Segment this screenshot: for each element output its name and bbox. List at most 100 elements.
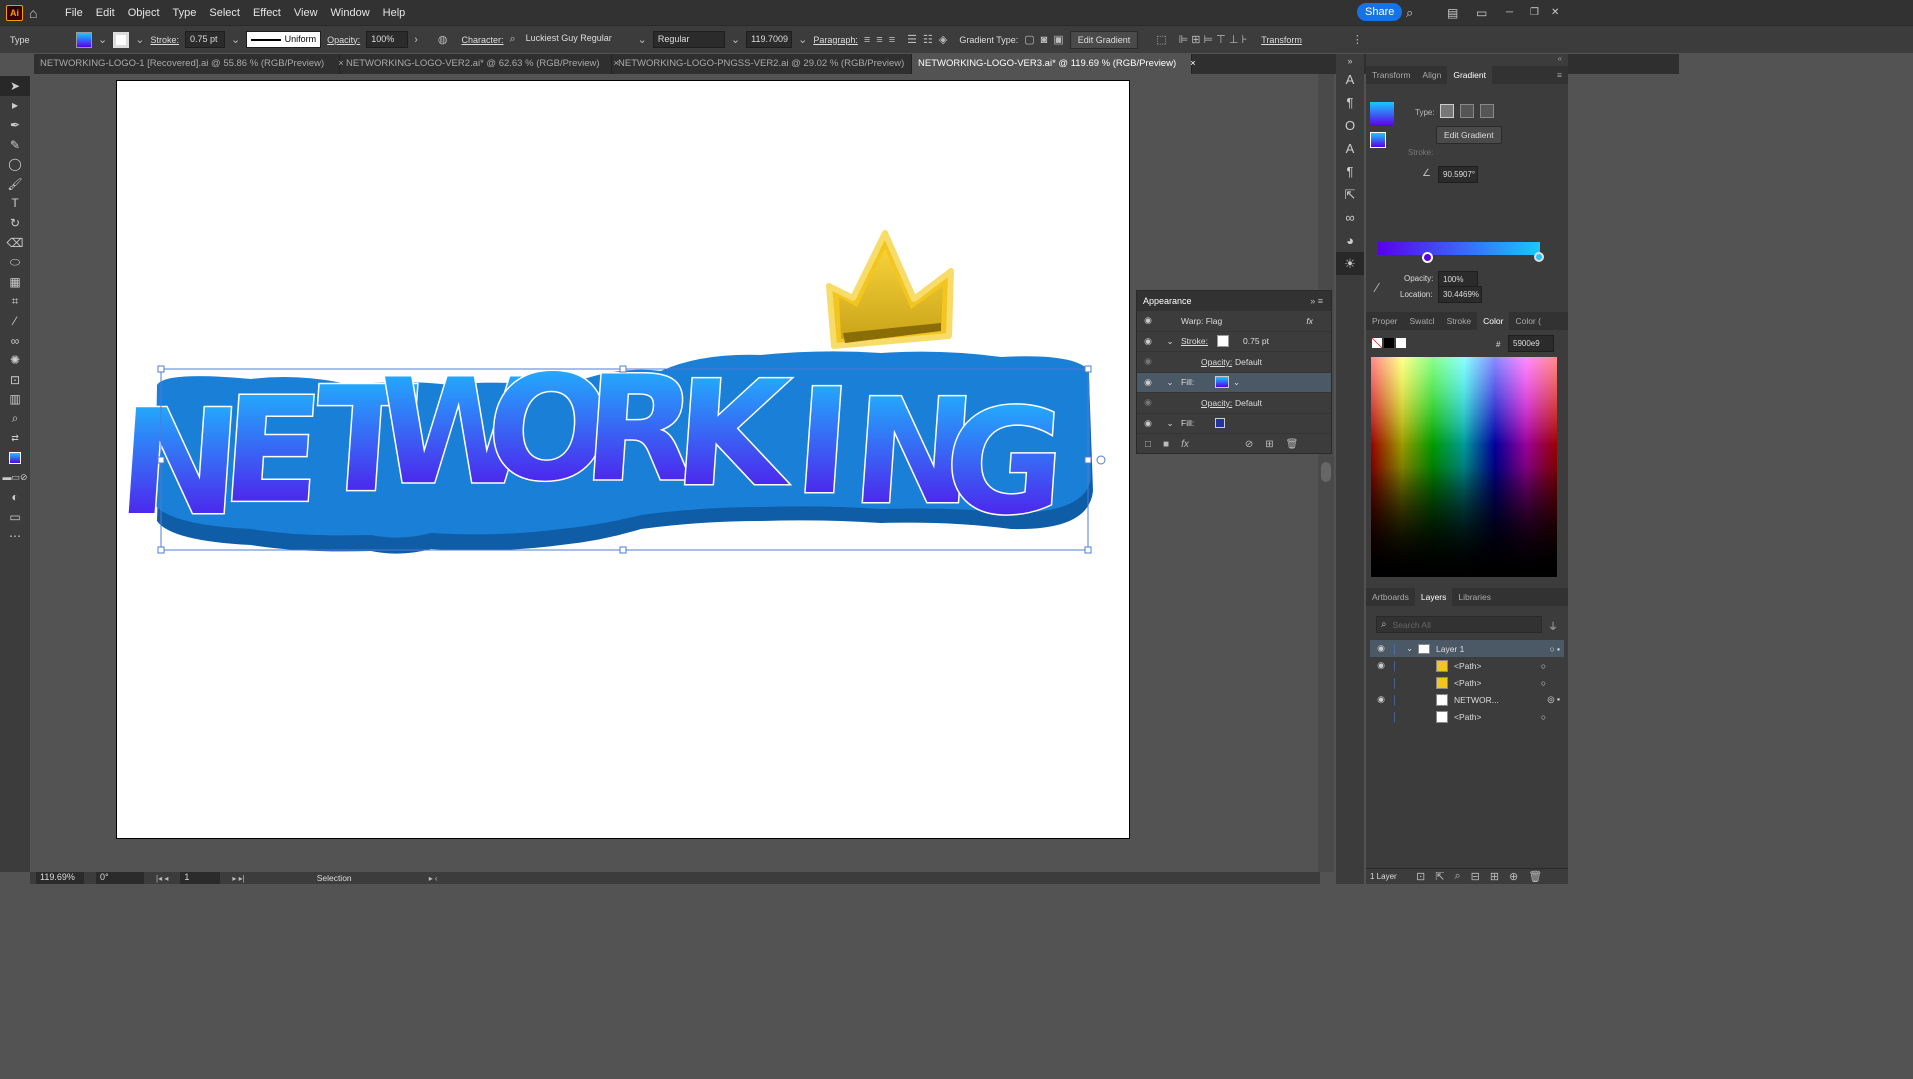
clipping-icon[interactable]: ⊟ — [1471, 870, 1480, 883]
rotation-input[interactable]: 0° — [96, 872, 144, 884]
transform-link[interactable]: Transform — [1261, 35, 1302, 45]
gradient-fill-swatch[interactable] — [1215, 376, 1229, 389]
target-icon[interactable]: ○ ▪ — [1549, 644, 1560, 654]
stroke-swatch[interactable] — [113, 31, 130, 48]
new-sublayer-icon[interactable]: ⊞ — [1490, 870, 1499, 883]
hex-input[interactable]: 5900e9 — [1508, 335, 1554, 352]
zoom-input[interactable]: 119.69% — [36, 872, 84, 884]
eye-icon[interactable]: ◉ — [1370, 643, 1392, 654]
target-icon[interactable]: ◎ ▪ — [1547, 694, 1560, 705]
layer-item[interactable]: ◉│<Path>○ — [1370, 657, 1564, 674]
blend-tool-icon[interactable]: ∞ — [0, 331, 30, 351]
opacity-row[interactable]: ◉ Opacity: Default — [1137, 393, 1331, 414]
white-swatch[interactable] — [1396, 338, 1406, 348]
tab-swatches[interactable]: Swatcl — [1404, 316, 1441, 326]
artboard-number-input[interactable]: 1 — [180, 872, 221, 884]
edit-gradient-button[interactable]: Edit Gradient — [1069, 30, 1139, 49]
chevron-down-icon[interactable]: ⌄ — [1233, 377, 1240, 388]
font-size-input[interactable]: 119.7009 — [746, 31, 793, 48]
restore-icon[interactable]: ❐ — [1530, 7, 1539, 18]
stroke-weight-input[interactable]: 0.75 pt — [184, 31, 225, 48]
locate-icon[interactable]: ⌕ — [1454, 870, 1460, 883]
gradient-tool-icon[interactable]: ▦ — [0, 272, 30, 292]
opacity-row[interactable]: ◉ Opacity: Default — [1137, 352, 1331, 373]
expand-icon[interactable]: ⌄ — [1159, 336, 1181, 347]
item-name[interactable]: <Path> — [1454, 678, 1481, 688]
radial-type-icon[interactable] — [1460, 104, 1474, 118]
collapse-icon[interactable]: » — [1336, 54, 1364, 68]
panel-menu-icon[interactable]: ≡ — [1551, 70, 1568, 80]
tab-layers[interactable]: Layers — [1414, 588, 1453, 606]
menu-object[interactable]: Object — [128, 7, 160, 19]
tab-stroke[interactable]: Stroke — [1441, 316, 1478, 326]
type-tool-icon[interactable]: T — [0, 194, 30, 214]
export-assets-icon[interactable]: ⊡ — [1416, 870, 1425, 883]
tab-document-1[interactable]: NETWORKING-LOGO-1 [Recovered].ai @ 55.86… — [34, 54, 344, 74]
swap-colors-icon[interactable]: ⇄ — [0, 429, 30, 449]
close-icon[interactable]: ✕ — [1551, 7, 1559, 18]
export-icon[interactable]: ⇱ — [1336, 183, 1364, 206]
radial-gradient-icon[interactable]: ◙ — [1041, 34, 1048, 46]
recolor-icon[interactable]: ◍ — [438, 33, 448, 46]
menu-select[interactable]: Select — [209, 7, 240, 19]
chevron-down-icon[interactable]: ⌄ — [135, 33, 144, 46]
selection-tool-icon[interactable]: ➤ — [0, 76, 30, 96]
fill-swatch[interactable] — [76, 31, 92, 48]
freeform-type-icon[interactable] — [1480, 104, 1494, 118]
solid-fill-swatch[interactable] — [1215, 418, 1225, 429]
home-icon[interactable]: ⌂ — [29, 5, 49, 21]
tab-libraries[interactable]: Libraries — [1452, 592, 1497, 602]
eye-icon[interactable]: ◉ — [1137, 377, 1159, 388]
eraser-tool-icon[interactable]: ⌫ — [0, 233, 30, 253]
opacity-input[interactable]: 100% — [366, 31, 409, 48]
eye-icon[interactable]: ◉ — [1137, 397, 1159, 408]
linear-gradient-icon[interactable]: ▢ — [1024, 33, 1034, 46]
expand-icon[interactable]: ⌄ — [1406, 643, 1418, 654]
font-family-select[interactable]: Luckiest Guy Regular — [521, 31, 632, 48]
numbering-icon[interactable]: ☷ — [923, 33, 933, 46]
direct-selection-tool-icon[interactable]: ▸ — [0, 96, 30, 116]
tab-gradient[interactable]: Gradient — [1447, 66, 1492, 84]
collect-icon[interactable]: ⇱ — [1435, 870, 1444, 883]
target-icon[interactable]: ○ — [1541, 712, 1546, 722]
artboard-next-icon[interactable]: ▸ ▸| — [232, 874, 244, 883]
fill-label[interactable]: Fill: — [1181, 377, 1215, 387]
paintbrush-tool-icon[interactable]: 🖌 — [0, 174, 30, 194]
tab-document-4[interactable]: NETWORKING-LOGO-VER3.ai* @ 119.69 % (RGB… — [912, 54, 1196, 74]
character-panel-icon[interactable]: A — [1336, 68, 1364, 91]
new-layer-icon[interactable]: ⊕ — [1509, 870, 1518, 883]
select-similar-icon[interactable]: ⬚ — [1156, 33, 1166, 46]
graph-tool-icon[interactable]: ▥ — [0, 390, 30, 410]
ellipse-tool-icon[interactable]: ◯ — [0, 154, 30, 174]
share-button[interactable]: Share — [1357, 3, 1403, 21]
warp-row[interactable]: ◉ Warp: Flag fx — [1137, 311, 1331, 332]
add-stroke-icon[interactable]: □ — [1145, 439, 1151, 450]
layer-item[interactable]: ◉│<Path>○ — [1370, 674, 1564, 691]
add-fill-icon[interactable]: ■ — [1163, 439, 1169, 450]
opentype-panel-icon[interactable]: O — [1336, 114, 1364, 137]
pen-tool-icon[interactable]: ✒ — [0, 115, 30, 135]
gradient-slider[interactable] — [1378, 242, 1540, 255]
delete-icon[interactable]: 🗑 — [1286, 439, 1299, 450]
bullets-icon[interactable]: ☰ — [907, 33, 917, 46]
align-objects-icon[interactable]: ⊫ ⊞ ⊨ ⊤ ⊥ ⊦ — [1179, 33, 1248, 46]
tab-transform[interactable]: Transform — [1366, 70, 1416, 80]
chevron-down-icon[interactable]: ⌄ — [798, 33, 807, 46]
add-effect-icon[interactable]: fx — [1181, 439, 1189, 450]
symbol-sprayer-tool-icon[interactable]: ✺ — [0, 350, 30, 370]
gradient-stop-1[interactable] — [1422, 252, 1433, 263]
status-menu-icon[interactable]: ▸ ‹ — [429, 874, 438, 883]
draw-mode-icon[interactable]: ◐ — [0, 487, 30, 507]
chevron-down-icon[interactable]: ⌄ — [731, 33, 740, 46]
stroke-profile-select[interactable]: Uniform — [246, 31, 322, 48]
gradient-stop-2[interactable] — [1534, 252, 1544, 262]
layer-name[interactable]: Layer 1 — [1436, 644, 1464, 654]
freeform-gradient-icon[interactable]: ▣ — [1053, 33, 1063, 46]
panel-menu-icon[interactable]: » ≡ — [1310, 296, 1323, 306]
item-name[interactable]: <Path> — [1454, 661, 1481, 671]
clear-icon[interactable]: ⊘ — [1245, 439, 1253, 450]
edit-gradient-button[interactable]: Edit Gradient — [1436, 126, 1502, 144]
artboard-nav-icon[interactable]: |◂ ◂ — [156, 874, 168, 883]
layers-search[interactable]: ⌕ Search All — [1376, 616, 1542, 633]
color-mode-icon[interactable]: ▬▭⊘ — [0, 468, 30, 488]
